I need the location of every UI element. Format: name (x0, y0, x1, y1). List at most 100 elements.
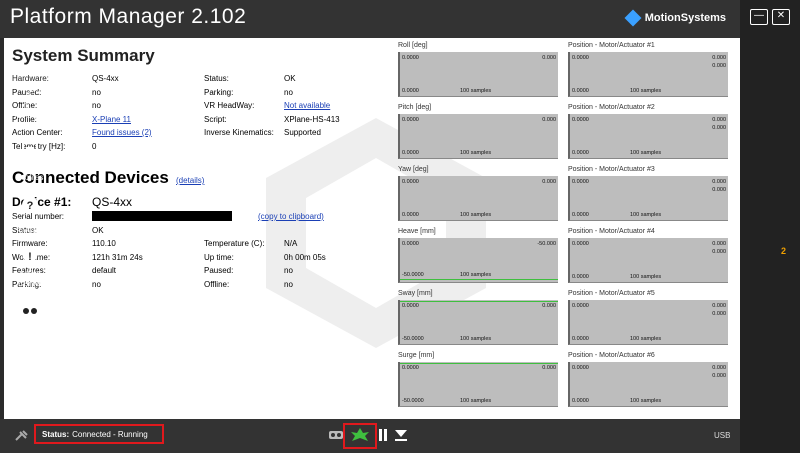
graph-value: -50.0000 (402, 272, 424, 278)
graph-actuator-3: Position - Motor/Actuator #3 0.0000 0.00… (568, 166, 728, 221)
graph-value: 0.000 (712, 117, 726, 123)
profile-link[interactable]: X-Plane 11 (92, 115, 131, 124)
action-center-badge: 2 (781, 246, 787, 256)
graph-value: 0.000 (542, 117, 556, 123)
graph-title: Sway [mm] (398, 290, 433, 297)
serial-number-redacted (92, 211, 232, 221)
sidebar-label: Support (15, 227, 45, 236)
sidebar (740, 0, 800, 453)
summary-label: Script: (204, 115, 227, 124)
graph-value: 0.0000 (402, 212, 419, 218)
sidebar-label: VR (24, 322, 36, 331)
window-controls: — ✕ (750, 9, 790, 25)
brand-name: MotionSystems (644, 12, 726, 24)
graph-value: 0.000 (542, 55, 556, 61)
graph-value: 0.0000 (572, 398, 589, 404)
graph-value: 0.0000 (402, 179, 419, 185)
graph-title: Position - Motor/Actuator #2 (568, 104, 655, 111)
graph-title: Position - Motor/Actuator #1 (568, 42, 655, 49)
summary-row: Hardware: (12, 74, 49, 83)
graph-series-line (400, 279, 558, 280)
sidebar-label: Diagnostic (11, 121, 49, 130)
graph-value: 0.000 (712, 63, 726, 69)
motion-active-icon[interactable] (350, 427, 370, 443)
graph-value: 0.000 (712, 187, 726, 193)
graph-value: 0.0000 (572, 241, 589, 247)
pause-icon[interactable] (378, 429, 388, 441)
graph-value: -50.0000 (402, 336, 424, 342)
graph-samples: 100 samples (460, 150, 492, 156)
graph-title: Yaw [deg] (398, 166, 429, 173)
graph-samples: 100 samples (630, 150, 662, 156)
sidebar-item-vr[interactable]: VR Integration (0, 303, 60, 342)
graph-samples: 100 samples (630, 398, 662, 404)
graph-samples: 100 samples (630, 336, 662, 342)
summary-value: 0 (92, 142, 97, 151)
close-button[interactable]: ✕ (772, 9, 790, 25)
graph-actuator-5: Position - Motor/Actuator #5 0.0000 0.00… (568, 290, 728, 345)
graph-value: 0.000 (712, 179, 726, 185)
graph-title: Roll [deg] (398, 42, 428, 49)
graph-value: 0.000 (712, 303, 726, 309)
shield-icon: ! (22, 247, 38, 265)
sidebar-item-tools[interactable]: Tools and Diagnostic (0, 88, 60, 131)
device-label-row: Temperature (C): (204, 239, 265, 248)
unplug-icon (15, 430, 28, 441)
system-summary-section: System Summary (12, 44, 392, 72)
device-value: 0h 00m 05s (284, 253, 326, 262)
graph-plot: 0.0000 0.000 0.0000 100 samples (398, 52, 558, 97)
graph-value: 0.0000 (572, 55, 589, 61)
graph-value: 0.0000 (402, 150, 419, 156)
graph-pitch: Pitch [deg] 0.0000 0.000 0.0000 100 samp… (398, 104, 558, 159)
graph-samples: 100 samples (460, 272, 492, 278)
action-center-issues-link[interactable]: Found issues (2) (92, 128, 152, 137)
minimize-button[interactable]: — (750, 9, 768, 25)
sidebar-item-help[interactable]: ? Help and Support (0, 196, 60, 237)
graph-value: 0.0000 (572, 212, 589, 218)
sidebar-label: Help and (13, 217, 47, 226)
app-title: Platform Manager 2.102 (10, 5, 247, 28)
graph-plot: 0.0000 -50.000 -50.0000 100 samples (398, 238, 558, 283)
graph-value: 0.0000 (402, 365, 419, 371)
graph-value: 0.000 (712, 311, 726, 317)
details-link[interactable]: (details) (176, 176, 204, 185)
summary-value: OK (284, 74, 296, 83)
sidebar-label: Application (10, 163, 50, 172)
device-label-row: Paused: (204, 266, 234, 275)
sidebar-item-exit[interactable]: Exit program (0, 354, 60, 397)
graph-value: 0.000 (542, 365, 556, 371)
graph-sway: Sway [mm] 0.0000 0.000 -50.0000 100 samp… (398, 290, 558, 345)
graph-value: 0.0000 (572, 303, 589, 309)
sidebar-label: program (15, 387, 45, 396)
park-down-icon[interactable] (394, 429, 408, 441)
summary-label: Status: (204, 74, 229, 83)
vr-headway-link[interactable]: Not available (284, 101, 330, 110)
profiles-icon (22, 142, 38, 158)
graph-samples: 100 samples (460, 398, 492, 404)
device-value: no (284, 280, 293, 289)
device-value: 121h 31m 24s (92, 253, 143, 262)
svg-text:!: ! (28, 251, 32, 263)
graph-yaw: Yaw [deg] 0.0000 0.000 0.0000 100 sample… (398, 166, 558, 221)
graph-value: 0.000 (712, 373, 726, 379)
sidebar-item-profiles[interactable]: Application Profiles (0, 142, 60, 183)
sidebar-label: Tools and (12, 111, 48, 120)
graph-plot: 0.0000 0.000 0.000 0.0000 100 samples (568, 114, 728, 159)
graph-value: 0.0000 (402, 303, 419, 309)
graph-value: 0.0000 (402, 88, 419, 94)
brand-diamond-icon (624, 9, 642, 27)
graph-value: 0.000 (712, 365, 726, 371)
sidebar-item-action-center[interactable]: ! Action Center (0, 246, 60, 289)
vr-headset-icon[interactable] (328, 429, 344, 441)
graph-plot: 0.0000 0.000 0.000 0.0000 100 samples (568, 52, 728, 97)
status-label: Status: (42, 429, 70, 439)
sidebar-label: Exit (23, 377, 37, 386)
graph-title: Position - Motor/Actuator #4 (568, 228, 655, 235)
graph-value: 0.000 (542, 303, 556, 309)
graph-plot: 0.0000 0.000 0.000 0.0000 100 samples (568, 362, 728, 407)
copy-to-clipboard-link[interactable]: (copy to clipboard) (258, 212, 324, 221)
graph-value: 0.000 (542, 179, 556, 185)
device-value: no (92, 280, 101, 289)
summary-label: Inverse Kinematics: (204, 128, 274, 137)
graph-samples: 100 samples (460, 336, 492, 342)
